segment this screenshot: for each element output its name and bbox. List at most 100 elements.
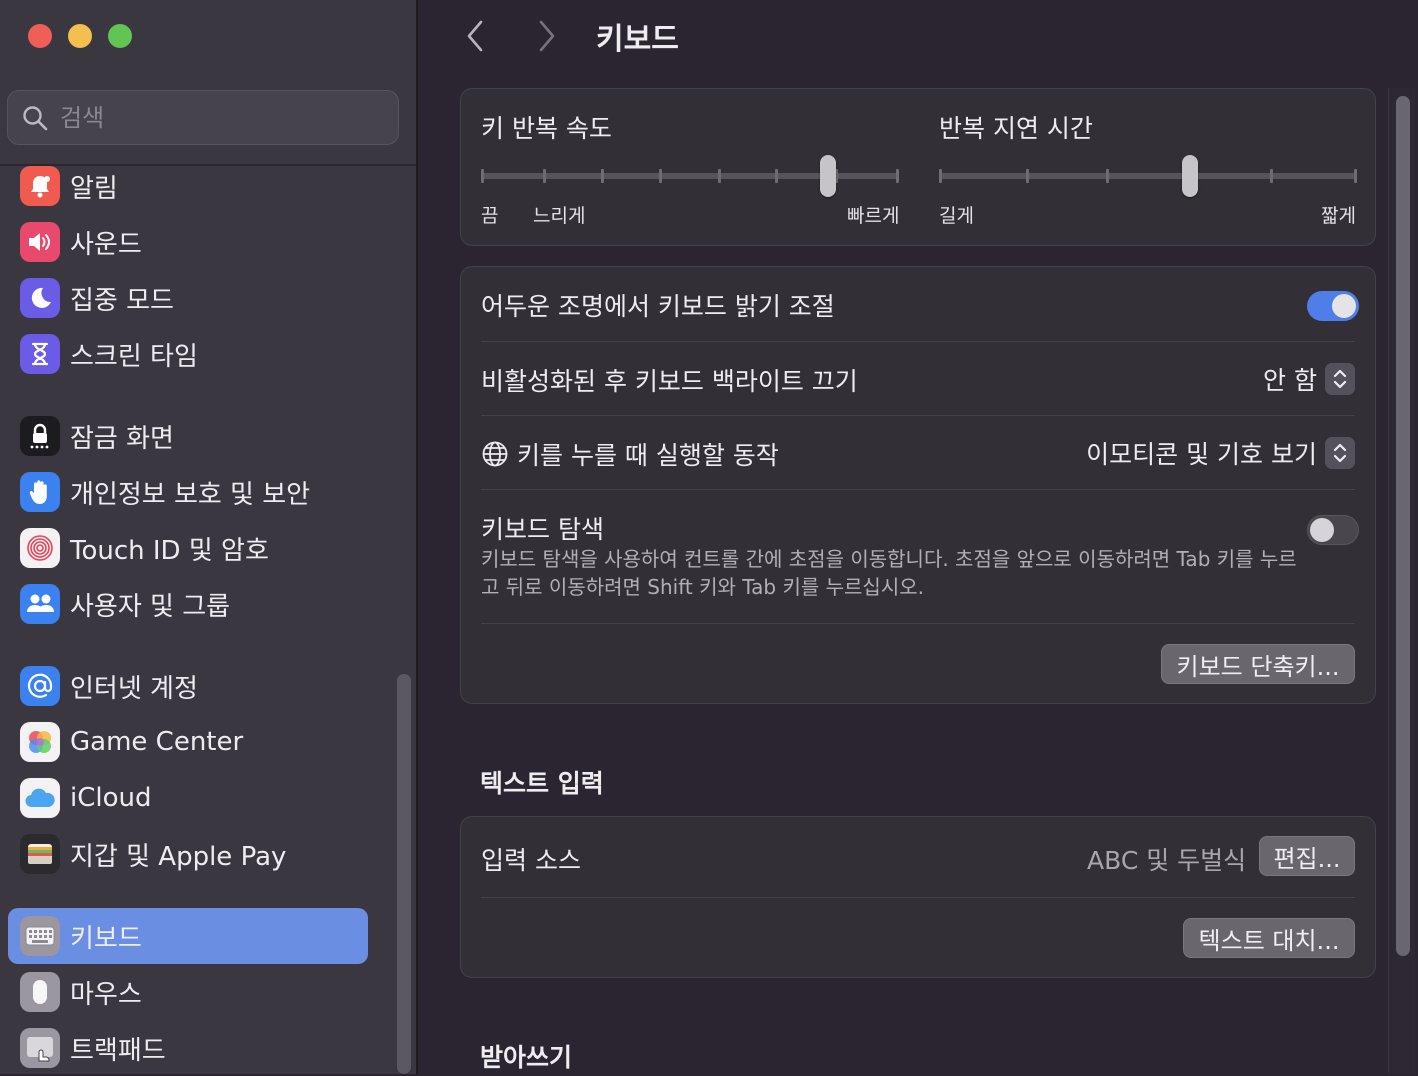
zoom-window-button[interactable] (108, 24, 132, 48)
slider-tick (601, 169, 604, 183)
slider-tick (775, 169, 778, 183)
row-divider (481, 623, 1355, 624)
chevron-updown-icon (1325, 363, 1355, 395)
sidebar-item-label: 트랙패드 (70, 1035, 166, 1066)
sidebar-item-users[interactable]: 사용자 및 그룹 (8, 576, 368, 632)
cloud-icon (20, 778, 60, 818)
game-center-icon (20, 722, 60, 762)
edit-input-sources-button[interactable]: 편집... (1259, 836, 1355, 876)
sidebar-item-label: iCloud (70, 783, 152, 813)
sidebar-item-notifications[interactable]: 알림 (8, 158, 368, 214)
search-input[interactable] (58, 102, 362, 133)
sidebar-item-label: 인터넷 계정 (70, 673, 198, 704)
brightness-label: 어두운 조명에서 키보드 밝기 조절 (481, 292, 835, 321)
slider-tick (939, 169, 942, 183)
sidebar-item-icloud[interactable]: iCloud (8, 770, 368, 826)
row-divider (481, 489, 1355, 490)
wallet-icon (20, 834, 60, 874)
main-content: 키보드 키 반복 속도 반복 지연 시간 끔 느리게 빠르게 길게 짧게 어두운… (418, 0, 1418, 1074)
sidebar-item-sound[interactable]: 사운드 (8, 214, 368, 270)
sidebar-item-label: Game Center (70, 727, 244, 757)
backlight-label: 비활성화된 후 키보드 백라이트 끄기 (481, 367, 858, 396)
hand-icon (20, 472, 60, 512)
keyboard-shortcuts-button[interactable]: 키보드 단축키... (1161, 644, 1355, 684)
minimize-window-button[interactable] (68, 24, 92, 48)
slider-tick (481, 169, 484, 183)
search-icon (23, 105, 48, 130)
sidebar-item-keyboard[interactable]: 키보드 (8, 908, 368, 964)
keyboard-settings-card: 어두운 조명에서 키보드 밝기 조절 비활성화된 후 키보드 백라이트 끄기 안… (460, 266, 1376, 704)
mouse-icon (20, 972, 60, 1012)
slider-tick (543, 169, 546, 183)
backlight-value: 안 함 (1263, 366, 1317, 395)
chevron-left-icon (467, 20, 483, 52)
sidebar-item-label: 개인정보 보호 및 보안 (70, 479, 311, 510)
key-repeat-title: 키 반복 속도 (481, 114, 612, 143)
sidebar-item-label: Touch ID 및 암호 (70, 535, 269, 566)
text-replacements-button[interactable]: 텍스트 대치... (1183, 918, 1355, 958)
lock-icon (20, 416, 60, 456)
keyboard-nav-toggle[interactable] (1307, 515, 1359, 545)
sidebar-item-trackpad[interactable]: 트랙패드 (8, 1020, 368, 1076)
row-divider (481, 341, 1355, 342)
label-off: 끔 (481, 205, 499, 227)
backlight-popup[interactable]: 안 함 (1263, 361, 1355, 397)
text-input-heading: 텍스트 입력 (480, 769, 604, 798)
chevron-updown-icon (1325, 437, 1355, 469)
back-button[interactable] (460, 18, 490, 54)
slider-tick (1354, 169, 1357, 183)
row-divider (481, 897, 1355, 898)
label-short: 짧게 (1321, 205, 1356, 227)
sidebar-item-label: 마우스 (70, 979, 142, 1010)
globe-label: 키를 누를 때 실행할 동작 (517, 441, 779, 470)
sidebar-item-focus[interactable]: 집중 모드 (8, 270, 368, 326)
key-repeat-slider-knob[interactable] (819, 155, 836, 197)
keyboard-nav-description: 키보드 탐색을 사용하여 컨트롤 간에 초점을 이동합니다. 초점을 앞으로 이… (481, 547, 1297, 599)
sidebar-item-label: 잠금 화면 (70, 423, 174, 454)
sidebar-item-label: 알림 (70, 173, 118, 204)
users-icon (20, 584, 60, 624)
globe-row: 키를 누를 때 실행할 동작 (481, 436, 779, 472)
sidebar-item-game-center[interactable]: Game Center (8, 714, 368, 770)
slider-tick (1106, 169, 1109, 183)
fingerprint-icon (20, 528, 60, 568)
sidebar-item-lock-screen[interactable]: 잠금 화면 (8, 408, 368, 464)
search-field[interactable] (7, 90, 399, 145)
sidebar-scrollbar[interactable] (397, 674, 411, 1074)
label-slow: 느리게 (533, 205, 586, 227)
keyboard-nav-label: 키보드 탐색 (481, 515, 604, 544)
sidebar-item-label: 사용자 및 그룹 (70, 591, 231, 622)
sidebar-item-mouse[interactable]: 마우스 (8, 964, 368, 1020)
key-repeat-card: 키 반복 속도 반복 지연 시간 끔 느리게 빠르게 길게 짧게 (460, 88, 1376, 246)
sidebar-item-label: 사운드 (70, 229, 142, 260)
repeat-delay-slider-knob[interactable] (1181, 155, 1198, 197)
main-scrollbar[interactable] (1396, 96, 1410, 956)
bell-icon (20, 166, 60, 206)
sidebar-item-internet-accounts[interactable]: 인터넷 계정 (8, 658, 368, 714)
speaker-icon (20, 222, 60, 262)
sidebar-item-label: 집중 모드 (70, 285, 174, 316)
sidebar-item-touch-id[interactable]: Touch ID 및 암호 (8, 520, 368, 576)
repeat-delay-title: 반복 지연 시간 (939, 114, 1093, 143)
sidebar-item-screen-time[interactable]: 스크린 타임 (8, 326, 368, 382)
hourglass-icon (20, 334, 60, 374)
slider-tick (896, 169, 899, 183)
slider-tick (718, 169, 721, 183)
globe-popup[interactable]: 이모티콘 및 기호 보기 (1086, 435, 1355, 471)
sidebar-item-label: 지갑 및 Apple Pay (70, 841, 287, 872)
text-input-card: 입력 소스 ABC 및 두벌식 편집... 텍스트 대치... (460, 816, 1376, 978)
sidebar-item-wallet[interactable]: 지갑 및 Apple Pay (8, 826, 368, 882)
close-window-button[interactable] (28, 24, 52, 48)
at-icon (20, 666, 60, 706)
sidebar-item-privacy[interactable]: 개인정보 보호 및 보안 (8, 464, 368, 520)
globe-value: 이모티콘 및 기호 보기 (1086, 440, 1317, 469)
dictation-heading: 받아쓰기 (480, 1043, 573, 1072)
label-fast: 빠르게 (847, 205, 900, 227)
brightness-toggle[interactable] (1307, 291, 1359, 321)
chevron-right-icon (539, 20, 555, 52)
slider-tick (1026, 169, 1029, 183)
moon-icon (20, 278, 60, 318)
trackpad-icon (20, 1028, 60, 1068)
slider-tick (659, 169, 662, 183)
forward-button[interactable] (532, 18, 562, 54)
